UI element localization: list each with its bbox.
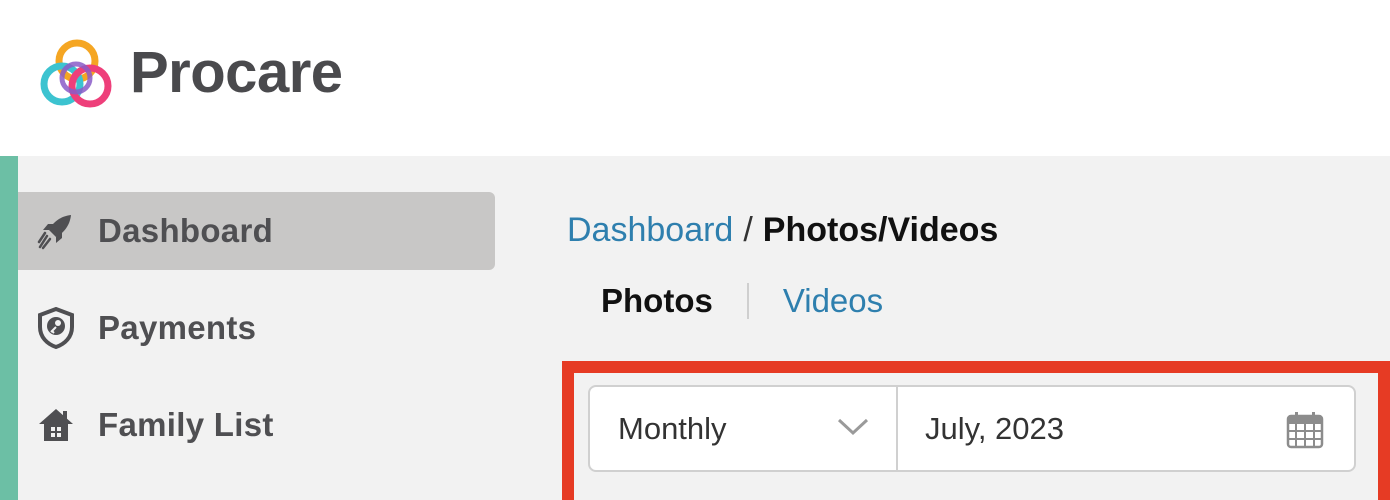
shield-key-icon (36, 307, 76, 349)
chevron-down-icon (837, 418, 869, 436)
breadcrumb-separator: / (743, 211, 753, 249)
sidebar-item-family-list[interactable]: Family List (18, 386, 495, 464)
breadcrumb: Dashboard / Photos/Videos (567, 206, 998, 254)
app-header: Procare (0, 0, 1390, 156)
period-select-value: Monthly (618, 410, 727, 446)
month-picker-value: July, 2023 (925, 410, 1065, 446)
media-tabs: Photos Videos (601, 278, 883, 324)
sidebar-item-dashboard[interactable]: Dashboard (18, 192, 495, 270)
sidebar-item-label: Payments (98, 309, 257, 346)
brand-name: Procare (130, 40, 343, 105)
tab-photos[interactable]: Photos (601, 278, 713, 324)
tab-videos[interactable]: Videos (783, 278, 883, 324)
period-select[interactable]: Monthly (590, 387, 898, 470)
breadcrumb-link-dashboard[interactable]: Dashboard (567, 211, 733, 249)
sidebar-item-payments[interactable]: Payments (18, 289, 495, 367)
house-icon (36, 405, 76, 445)
calendar-icon[interactable] (1286, 411, 1324, 449)
tab-divider (746, 283, 749, 319)
procare-logo-icon (40, 39, 112, 108)
sidebar-accent-bar (0, 156, 18, 500)
page-title: Photos/Videos (762, 211, 999, 249)
month-picker-field[interactable]: July, 2023 (898, 387, 1354, 470)
rocket-icon (36, 211, 76, 251)
sidebar-item-label: Dashboard (98, 212, 274, 249)
sidebar-item-label: Family List (98, 406, 274, 443)
date-filter-group: Monthly July, 2023 (588, 385, 1356, 472)
